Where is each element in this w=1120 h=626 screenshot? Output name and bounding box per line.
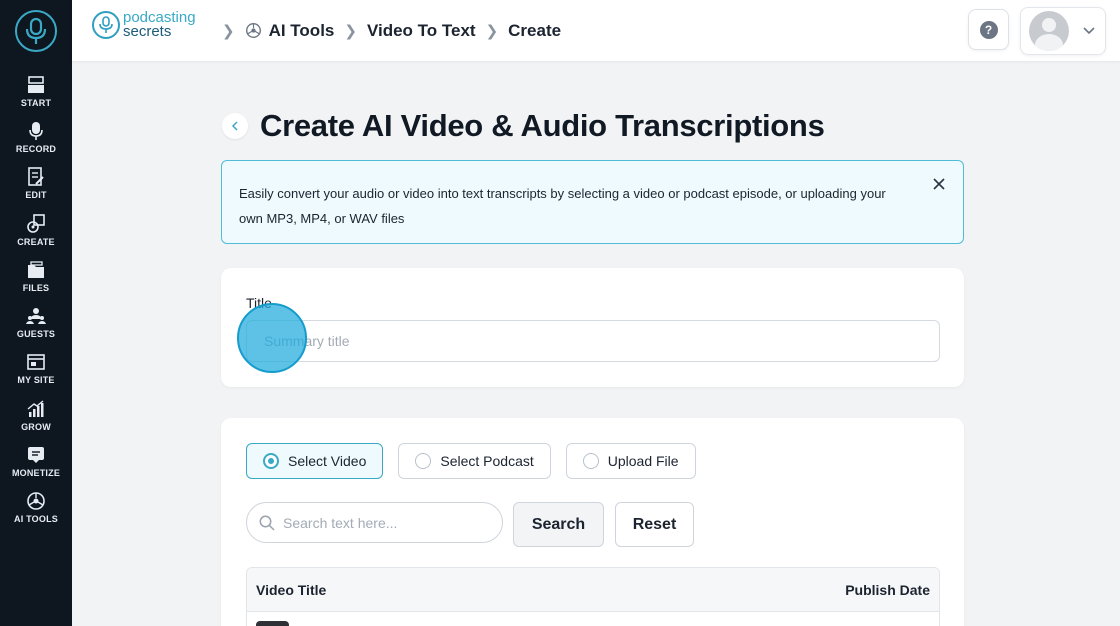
- radio-selected[interactable]: [263, 453, 279, 469]
- select-podcast-option[interactable]: Select Podcast: [398, 443, 551, 479]
- info-text: Easily convert your audio or video into …: [239, 186, 886, 226]
- sidebar-nav: START RECORD EDIT CREATE FILES GUESTS MY…: [0, 68, 72, 531]
- close-icon[interactable]: [931, 176, 947, 192]
- sidebar-item-label: CREATE: [17, 236, 55, 247]
- option-label: Select Video: [288, 453, 367, 469]
- video-thumbnail[interactable]: [256, 621, 289, 626]
- breadcrumb-ai-tools[interactable]: AI Tools: [269, 21, 335, 41]
- column-header-publish-date[interactable]: Publish Date: [845, 582, 930, 598]
- sidebar-item-create[interactable]: CREATE: [0, 207, 72, 253]
- sidebar-item-label: AI TOOLS: [14, 514, 58, 525]
- sidebar-item-my-site[interactable]: MY SITE: [0, 346, 72, 392]
- ai-tools-icon: [26, 491, 46, 511]
- search-box: [246, 502, 503, 543]
- page-header: Create AI Video & Audio Transcriptions: [222, 108, 825, 144]
- sidebar-item-label: GROW: [21, 421, 51, 432]
- radio-unselected[interactable]: [415, 453, 432, 469]
- breadcrumb-create: Create: [508, 20, 562, 40]
- app-logo-icon[interactable]: [15, 10, 57, 52]
- sidebar-item-monetize[interactable]: MONETIZE: [0, 438, 72, 484]
- sidebar-item-label: GUESTS: [16, 329, 56, 340]
- microphone-icon: [26, 121, 46, 141]
- top-bar: podcasting secrets ❯ AI Tools ❯ Video To…: [72, 0, 1120, 61]
- select-video-option[interactable]: Select Video: [246, 443, 384, 479]
- edit-icon: [26, 167, 46, 187]
- chevron-left-icon: [231, 121, 238, 131]
- chevron-right-icon: ❯: [344, 22, 357, 40]
- chevron-right-icon: ❯: [485, 22, 499, 40]
- sidebar-item-files[interactable]: FILES: [0, 253, 72, 299]
- search-button[interactable]: Search: [513, 502, 604, 547]
- table-header: Video Title Publish Date: [247, 568, 939, 612]
- breadcrumb: ❯ AI Tools ❯ Video To Text ❯ Create: [212, 0, 561, 61]
- site-icon: [26, 352, 46, 372]
- sidebar-item-label: RECORD: [15, 143, 57, 154]
- title-card: Title: [221, 268, 964, 387]
- brand-line-2: secrets: [123, 23, 172, 40]
- sidebar-item-label: FILES: [22, 282, 50, 293]
- chevron-down-icon: [1083, 22, 1095, 40]
- user-menu-button[interactable]: [1020, 7, 1106, 55]
- reset-button[interactable]: Reset: [615, 502, 694, 547]
- radio-unselected[interactable]: [582, 453, 599, 469]
- chevron-right-icon: ❯: [222, 22, 235, 40]
- brand-logo[interactable]: podcasting secrets: [92, 10, 196, 40]
- grow-icon: [26, 399, 46, 419]
- sidebar-item-label: START: [20, 97, 52, 108]
- sidebar-item-guests[interactable]: GUESTS: [0, 299, 72, 345]
- sidebar-item-record[interactable]: RECORD: [0, 114, 72, 160]
- sidebar-item-edit[interactable]: EDIT: [0, 161, 72, 207]
- source-options: Select Video Select Podcast Upload File: [246, 443, 711, 479]
- avatar: [1029, 11, 1069, 51]
- search-icon: [259, 515, 275, 531]
- info-banner: Easily convert your audio or video into …: [221, 160, 964, 244]
- sidebar-item-start[interactable]: START: [0, 68, 72, 114]
- help-button[interactable]: ?: [968, 9, 1009, 50]
- title-input[interactable]: [246, 320, 940, 362]
- back-button[interactable]: [222, 113, 248, 139]
- source-card: Select Video Select Podcast Upload File …: [221, 418, 964, 626]
- files-icon: [26, 260, 46, 280]
- monetize-icon: [26, 445, 46, 465]
- ai-tools-icon: [245, 22, 262, 39]
- help-glyph: ?: [984, 22, 993, 37]
- upload-file-option[interactable]: Upload File: [565, 443, 696, 479]
- brand-wordmark: podcasting secrets: [123, 10, 196, 40]
- sidebar-item-label: EDIT: [25, 190, 47, 201]
- sidebar-item-label: MY SITE: [17, 375, 55, 386]
- sidebar-item-grow[interactable]: GROW: [0, 392, 72, 438]
- option-label: Select Podcast: [440, 453, 534, 469]
- search-input[interactable]: [283, 514, 483, 531]
- sidebar: START RECORD EDIT CREATE FILES GUESTS MY…: [0, 0, 72, 626]
- page-title: Create AI Video & Audio Transcriptions: [260, 108, 825, 143]
- sidebar-item-label: MONETIZE: [11, 468, 61, 479]
- column-header-video-title[interactable]: Video Title: [256, 582, 326, 598]
- breadcrumb-video-to-text[interactable]: Video To Text: [367, 21, 476, 41]
- sidebar-item-ai-tools[interactable]: AI TOOLS: [0, 485, 72, 531]
- guests-icon: [26, 306, 46, 326]
- option-label: Upload File: [607, 453, 679, 469]
- start-icon: [26, 75, 46, 95]
- video-table: Video Title Publish Date: [246, 567, 940, 626]
- create-icon: [26, 213, 46, 234]
- brand-microphone-icon: [92, 11, 120, 39]
- title-label: Title: [246, 295, 272, 311]
